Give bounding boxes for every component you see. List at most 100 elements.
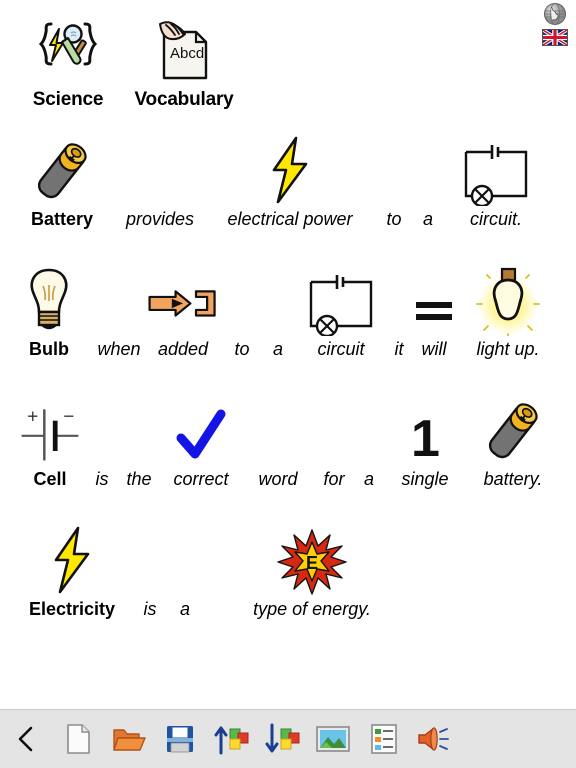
word-label: to — [234, 339, 250, 359]
word-label: Cell — [33, 469, 67, 489]
header-row: Science Abcd Vocabulary — [0, 0, 576, 118]
word-cell-battery-0[interactable]: Battery — [16, 130, 108, 230]
bulb-icon — [14, 260, 84, 336]
circuit-icon — [444, 130, 548, 206]
word-label: Electricity — [28, 599, 116, 619]
svg-text:−: − — [63, 407, 74, 428]
word-label: a — [272, 339, 283, 359]
arrow-up-import-icon — [212, 723, 250, 755]
word-cell-bulb-7[interactable]: will — [410, 260, 458, 360]
globe-icon[interactable] — [543, 2, 567, 26]
sentence-row-cell: + − Cell is the correct word for a 1 single b… — [0, 390, 576, 508]
word-cell-bulb-4[interactable]: a — [262, 260, 294, 360]
word-cell-battery-5[interactable]: circuit. — [444, 130, 548, 230]
sentence-row-electricity: Electricity is a E type of energy. — [0, 520, 576, 638]
word-label: to — [386, 209, 402, 229]
word-cell-cell-4[interactable]: word — [242, 390, 314, 490]
word-label: type of energy. — [253, 599, 371, 619]
svg-text:E: E — [306, 553, 318, 573]
word-label: electrical power — [227, 209, 353, 229]
lightning-icon — [14, 520, 130, 596]
word-label: battery. — [483, 469, 543, 489]
word-cell-electricity-3[interactable]: E type of energy. — [232, 520, 392, 620]
header-item-label: Vocabulary — [134, 89, 234, 110]
blue-check-icon — [160, 390, 242, 466]
word-label: provides — [125, 209, 195, 229]
word-label: Battery — [30, 209, 94, 229]
word-cell-battery-4[interactable]: a — [414, 130, 442, 230]
list-button[interactable] — [358, 710, 409, 768]
vocabulary-page-icon: Abcd — [126, 14, 242, 82]
word-cell-bulb-3[interactable]: to — [224, 260, 260, 360]
word-label: will — [421, 339, 447, 359]
back-button[interactable] — [0, 710, 52, 768]
word-cell-cell-6[interactable]: a — [354, 390, 384, 490]
image-button[interactable] — [307, 710, 358, 768]
word-label: is — [143, 599, 157, 619]
word-label: the — [126, 469, 152, 489]
word-label: a — [422, 209, 433, 229]
speaker-icon — [416, 724, 454, 754]
word-cell-bulb-8[interactable]: light up. — [458, 260, 558, 360]
word-cell-electricity-0[interactable]: Electricity — [14, 520, 130, 620]
chevron-left-icon — [14, 724, 38, 754]
word-label: circuit — [317, 339, 365, 359]
word-cell-cell-8[interactable]: battery. — [466, 390, 560, 490]
speaker-button[interactable] — [409, 710, 460, 768]
word-cell-cell-0[interactable]: + − Cell — [14, 390, 86, 490]
word-cell-electricity-2[interactable]: a — [166, 520, 204, 620]
word-label: a — [179, 599, 190, 619]
word-cell-bulb-0[interactable]: Bulb — [14, 260, 84, 360]
word-cell-battery-2[interactable]: electrical power — [208, 130, 372, 230]
word-cell-bulb-1[interactable]: when — [86, 260, 152, 360]
word-cell-battery-1[interactable]: provides — [114, 130, 206, 230]
energy-star-icon: E — [232, 520, 392, 596]
word-label: light up. — [476, 339, 540, 359]
language-corner — [538, 2, 572, 47]
word-label: is — [95, 469, 109, 489]
open-folder-icon — [112, 724, 146, 754]
picture-icon — [315, 725, 350, 753]
word-cell-cell-1[interactable]: is — [86, 390, 118, 490]
word-label: single — [401, 469, 449, 489]
word-cell-battery-3[interactable]: to — [376, 130, 412, 230]
import-button[interactable] — [205, 710, 256, 768]
uk-flag-icon[interactable] — [542, 28, 568, 47]
word-label: it — [394, 339, 404, 359]
lightning-icon — [208, 130, 372, 206]
word-label: circuit. — [469, 209, 522, 229]
word-label: Bulb — [29, 339, 69, 359]
sentence-row-bulb: Bulb when added to a circuit it will lig… — [0, 260, 576, 378]
word-label: added — [157, 339, 209, 359]
svg-text:+: + — [27, 407, 38, 428]
header-item-label: Science — [32, 89, 104, 110]
new-document-icon — [64, 723, 92, 755]
bulb-lit-icon — [458, 260, 558, 336]
bottom-toolbar — [0, 709, 576, 768]
save-button[interactable] — [154, 710, 205, 768]
word-cell-bulb-6[interactable]: it — [386, 260, 412, 360]
word-cell-cell-5[interactable]: for — [314, 390, 354, 490]
cell-symbol-icon: + − — [14, 390, 86, 466]
header-item-science[interactable]: Science — [16, 14, 120, 111]
word-label: correct — [173, 469, 229, 489]
word-label: word — [258, 469, 298, 489]
word-cell-cell-2[interactable]: the — [118, 390, 160, 490]
word-cell-cell-3[interactable]: correct — [160, 390, 242, 490]
floppy-save-icon — [165, 724, 195, 754]
word-cell-cell-7[interactable]: 1 single — [384, 390, 466, 490]
word-label: a — [363, 469, 374, 489]
header-item-vocabulary[interactable]: Abcd Vocabulary — [126, 14, 242, 111]
word-label: for — [323, 469, 345, 489]
word-cell-bulb-5[interactable]: circuit — [296, 260, 386, 360]
vocabulary-page-icon — [242, 390, 314, 466]
word-label: when — [97, 339, 141, 359]
word-cell-bulb-2[interactable]: added — [144, 260, 222, 360]
export-button[interactable] — [256, 710, 307, 768]
circuit-icon — [296, 260, 386, 336]
arrow-down-export-icon — [263, 723, 301, 755]
word-cell-electricity-1[interactable]: is — [134, 520, 166, 620]
open-button[interactable] — [103, 710, 154, 768]
number-one-icon: 1 — [384, 390, 466, 466]
new-button[interactable] — [52, 710, 103, 768]
